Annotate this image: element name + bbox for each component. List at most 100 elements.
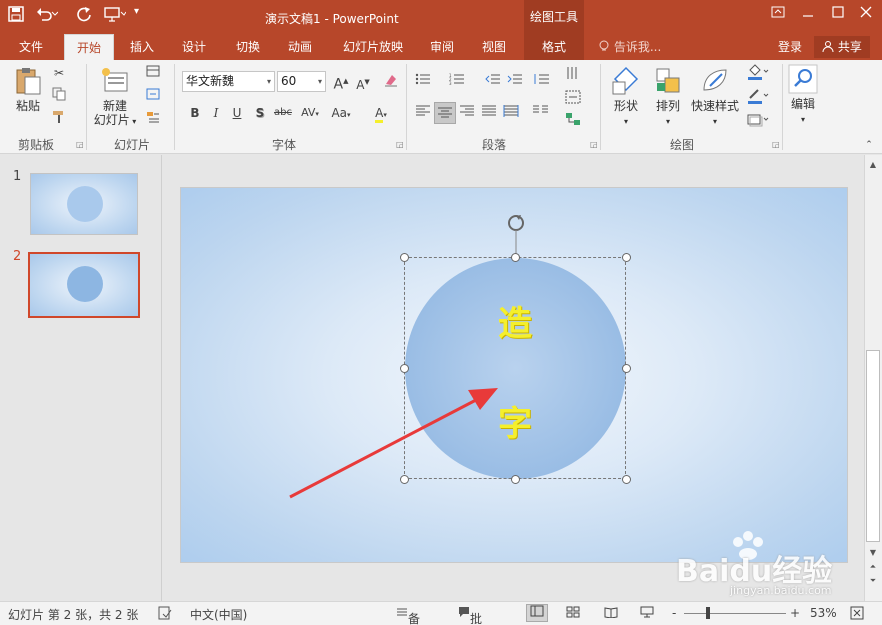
collapse-ribbon-icon[interactable]: ⌃ <box>860 136 878 154</box>
resize-handle-ml[interactable] <box>400 364 409 373</box>
scroll-up-icon[interactable]: ▲ <box>866 158 880 172</box>
minimize-icon[interactable] <box>798 5 818 25</box>
close-icon[interactable] <box>856 5 876 25</box>
zoom-out-button[interactable]: - <box>672 606 676 620</box>
resize-handle-br[interactable] <box>622 475 631 484</box>
tab-slideshow[interactable]: 幻灯片放映 <box>336 34 410 60</box>
ribbon-display-icon[interactable] <box>768 5 788 25</box>
clear-format-icon[interactable] <box>382 72 400 90</box>
grow-font-icon[interactable]: A▲ <box>332 72 350 93</box>
language-status[interactable]: 中文(中国) <box>190 606 247 623</box>
font-size-combo[interactable]: 60 ▾ <box>277 71 326 92</box>
italic-button[interactable]: I <box>207 104 225 122</box>
paragraph-launcher-icon[interactable]: ◲ <box>590 140 598 149</box>
tab-insert[interactable]: 插入 <box>120 34 164 60</box>
new-slide-button[interactable]: 新建 幻灯片 ▾ <box>92 66 138 129</box>
align-center-icon[interactable] <box>434 102 456 124</box>
zoom-level[interactable]: 53% <box>810 606 837 620</box>
line-spacing-icon[interactable] <box>532 72 550 90</box>
customize-qat-icon[interactable]: ▾ <box>134 6 139 17</box>
justify-icon[interactable] <box>480 104 498 122</box>
slide-sorter-icon[interactable] <box>566 606 580 621</box>
notes-icon <box>397 608 407 616</box>
resize-handle-tc[interactable] <box>511 253 520 262</box>
slideshow-view-icon[interactable] <box>640 606 654 621</box>
underline-button[interactable]: U <box>228 104 246 122</box>
scrollbar-thumb[interactable] <box>866 350 880 542</box>
format-painter-icon[interactable] <box>50 110 68 128</box>
redo-icon[interactable] <box>76 6 92 26</box>
resize-handle-tr[interactable] <box>622 253 631 262</box>
notes-button[interactable]: 备注 <box>396 606 420 625</box>
login-link[interactable]: 登录 <box>778 34 802 60</box>
tab-home[interactable]: 开始 <box>64 34 114 60</box>
copy-icon[interactable] <box>50 87 68 105</box>
present-from-start-icon[interactable] <box>104 6 127 26</box>
columns-icon[interactable] <box>532 104 550 122</box>
quick-styles-button[interactable]: 快速样式 ▾ <box>688 66 742 129</box>
numbering-icon[interactable]: 123 <box>448 72 466 90</box>
zoom-in-button[interactable]: + <box>790 606 800 620</box>
tab-design[interactable]: 设计 <box>172 34 216 60</box>
resize-handle-bc[interactable] <box>511 475 520 484</box>
shrink-font-icon[interactable]: A▼ <box>354 73 372 92</box>
font-size-value: 60 <box>281 74 297 88</box>
strikethrough-button[interactable]: abc <box>272 104 294 122</box>
share-button[interactable]: 共享 <box>814 36 870 58</box>
reset-icon[interactable] <box>144 87 162 105</box>
smartart-icon[interactable] <box>564 112 582 130</box>
resize-handle-mr[interactable] <box>622 364 631 373</box>
decrease-indent-icon[interactable] <box>484 72 502 90</box>
shape-effects-icon[interactable] <box>744 112 772 130</box>
comments-button[interactable]: 批注 <box>458 606 482 625</box>
bold-button[interactable]: B <box>186 104 204 122</box>
undo-icon[interactable] <box>36 6 59 26</box>
slide-thumbnail-2-selected[interactable] <box>28 252 140 318</box>
drawing-launcher-icon[interactable]: ◲ <box>772 140 780 149</box>
spellcheck-icon[interactable] <box>158 606 172 623</box>
text-direction-icon[interactable] <box>564 66 582 84</box>
tab-view[interactable]: 视图 <box>472 34 516 60</box>
change-case-button[interactable]: Aa▾ <box>328 104 354 122</box>
shape-outline-icon[interactable] <box>744 88 772 106</box>
bullets-icon[interactable] <box>414 72 432 90</box>
align-right-icon[interactable] <box>458 104 476 122</box>
resize-handle-tl[interactable] <box>400 253 409 262</box>
normal-view-icon[interactable] <box>526 604 548 622</box>
tell-me-search[interactable]: 告诉我... <box>598 34 661 60</box>
font-color-button[interactable]: A▾ <box>368 104 394 123</box>
reading-view-icon[interactable] <box>604 606 618 621</box>
cut-icon[interactable]: ✂ <box>50 64 68 82</box>
fit-to-window-icon[interactable] <box>850 606 864 623</box>
section-icon[interactable] <box>144 110 162 128</box>
char-spacing-button[interactable]: AV▾ <box>297 104 323 122</box>
font-name-combo[interactable]: 华文新魏 ▾ <box>182 71 275 92</box>
clipboard-launcher-icon[interactable]: ◲ <box>76 140 84 149</box>
tab-animations[interactable]: 动画 <box>278 34 322 60</box>
arrange-button[interactable]: 排列 ▾ <box>648 66 688 129</box>
ribbon-tab-row: 文件 开始 插入 设计 切换 动画 幻灯片放映 审阅 视图 格式 告诉我... … <box>0 34 882 60</box>
slide-thumbnail-1[interactable] <box>30 173 138 235</box>
shape-fill-icon[interactable] <box>744 64 772 82</box>
maximize-icon[interactable] <box>828 5 848 25</box>
layout-icon[interactable] <box>144 64 162 82</box>
change-case-glyph: Aa <box>331 106 348 120</box>
align-text-icon[interactable] <box>564 90 582 108</box>
paste-icon <box>16 68 41 95</box>
increase-indent-icon[interactable] <box>506 72 524 90</box>
tab-format[interactable]: 格式 <box>524 34 584 60</box>
zoom-slider-thumb[interactable] <box>706 607 710 619</box>
save-icon[interactable] <box>8 6 24 26</box>
editing-button[interactable]: 编辑 ▾ <box>786 64 820 127</box>
shapes-button[interactable]: 形状 ▾ <box>606 66 646 129</box>
zoom-slider-track[interactable] <box>684 613 786 614</box>
align-left-icon[interactable] <box>414 104 432 122</box>
font-launcher-icon[interactable]: ◲ <box>396 140 404 149</box>
tab-transitions[interactable]: 切换 <box>226 34 270 60</box>
shadow-button[interactable]: S <box>251 104 269 122</box>
paste-button[interactable]: 粘贴 <box>10 66 46 113</box>
tab-review[interactable]: 审阅 <box>420 34 464 60</box>
tab-file[interactable]: 文件 <box>6 34 56 60</box>
distributed-icon[interactable] <box>502 104 520 122</box>
rotate-handle-icon[interactable] <box>504 212 528 258</box>
